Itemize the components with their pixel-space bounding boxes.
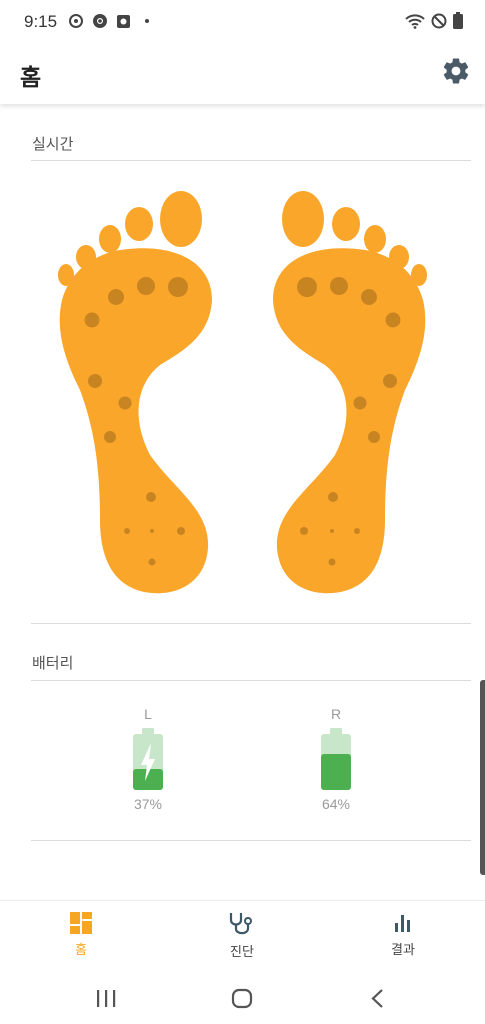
nav-tab-home[interactable]: 홈 bbox=[31, 901, 131, 973]
back-button[interactable] bbox=[358, 986, 398, 1012]
left-battery-percent: 37% bbox=[133, 796, 163, 812]
sensor-point bbox=[137, 277, 155, 295]
sensor-point bbox=[148, 558, 156, 566]
sensor-point bbox=[297, 277, 317, 297]
sensor-point bbox=[104, 431, 116, 443]
sensor-point bbox=[385, 312, 401, 328]
bottom-navigation: 홈 진단 결과 bbox=[0, 900, 485, 973]
right-battery-percent: 64% bbox=[321, 796, 351, 812]
sensor-point bbox=[146, 492, 156, 502]
realtime-title-divider bbox=[31, 160, 471, 161]
left-toe-5 bbox=[58, 264, 74, 286]
right-insole-battery: R 64% bbox=[276, 706, 396, 812]
notification-icons bbox=[68, 13, 149, 29]
left-foot-sole bbox=[59, 248, 212, 594]
battery-title-divider bbox=[31, 680, 471, 681]
sensor-point bbox=[361, 289, 377, 305]
battery-level-fill bbox=[321, 754, 351, 790]
do-not-disturb-icon bbox=[431, 13, 447, 28]
left-insole-battery: L 37% bbox=[88, 706, 208, 812]
left-toe-4 bbox=[76, 245, 96, 269]
battery-status-icon bbox=[453, 12, 463, 29]
sensor-point bbox=[150, 529, 154, 533]
realtime-section-title: 실시간 bbox=[32, 135, 74, 153]
bar-chart-icon bbox=[395, 915, 410, 932]
nav-tab-results-label: 결과 bbox=[391, 943, 415, 958]
back-icon bbox=[371, 989, 383, 1008]
sensor-point bbox=[177, 527, 185, 535]
sensor-point bbox=[108, 289, 124, 305]
sensor-point bbox=[124, 528, 130, 534]
right-big-toe bbox=[282, 191, 324, 247]
scrollbar[interactable] bbox=[480, 680, 485, 875]
nav-tab-diagnosis-label: 진단 bbox=[230, 945, 254, 960]
wifi-icon bbox=[405, 13, 425, 29]
dashboard-icon bbox=[70, 912, 92, 934]
left-big-toe bbox=[160, 191, 202, 247]
sensor-point bbox=[354, 528, 360, 534]
sensor-point bbox=[330, 277, 348, 295]
app-notification-icon bbox=[117, 14, 130, 28]
nav-tab-home-label: 홈 bbox=[75, 943, 87, 958]
right-toe-2 bbox=[332, 207, 360, 241]
sensor-point bbox=[383, 374, 397, 388]
sensor-point bbox=[328, 492, 338, 502]
right-toe-4 bbox=[389, 245, 409, 269]
foot-pressure-map bbox=[58, 191, 427, 594]
right-toe-3 bbox=[364, 225, 386, 253]
left-battery-label: L bbox=[144, 706, 152, 722]
sensor-point bbox=[300, 527, 308, 535]
sensor-point bbox=[88, 374, 102, 388]
status-time: 9:15 bbox=[24, 12, 58, 31]
gear-icon bbox=[443, 58, 469, 84]
status-bar: 9:15 bbox=[0, 0, 485, 44]
home-button[interactable] bbox=[222, 986, 262, 1012]
left-foot bbox=[58, 191, 212, 594]
system-navigation-bar bbox=[0, 972, 485, 1024]
sync-notification-icon bbox=[69, 14, 83, 28]
sensor-point bbox=[118, 396, 132, 410]
nav-tab-diagnosis[interactable]: 진단 bbox=[192, 901, 292, 973]
nav-tab-results[interactable]: 결과 bbox=[353, 901, 453, 973]
recents-button[interactable] bbox=[86, 986, 126, 1012]
right-battery-icon bbox=[321, 728, 351, 790]
home-icon bbox=[231, 988, 253, 1009]
right-foot bbox=[273, 191, 427, 594]
sensor-point bbox=[328, 558, 336, 566]
more-notifications-dot bbox=[145, 19, 149, 23]
stethoscope-icon bbox=[229, 913, 252, 935]
realtime-section-divider bbox=[31, 623, 471, 624]
right-foot-sole bbox=[273, 248, 426, 594]
left-toe-2 bbox=[125, 207, 153, 241]
battery-section-divider bbox=[31, 840, 471, 841]
right-battery-label: R bbox=[330, 706, 342, 722]
sensor-point bbox=[353, 396, 367, 410]
app-bar: 홈 bbox=[0, 44, 485, 104]
battery-terminal bbox=[142, 728, 154, 734]
system-status-icons bbox=[405, 12, 463, 29]
battery-terminal bbox=[330, 728, 342, 734]
sensor-point bbox=[168, 277, 188, 297]
left-battery-icon bbox=[133, 728, 163, 790]
chrome-notification-icon bbox=[93, 14, 107, 28]
recents-icon bbox=[97, 990, 116, 1007]
page-title: 홈 bbox=[20, 65, 42, 91]
right-toe-5 bbox=[411, 264, 427, 286]
sensor-point bbox=[84, 312, 100, 328]
left-toe-3 bbox=[99, 225, 121, 253]
sensor-point bbox=[368, 431, 380, 443]
sensor-point bbox=[330, 529, 334, 533]
battery-section-title: 배터리 bbox=[32, 654, 74, 672]
settings-button[interactable] bbox=[441, 56, 471, 86]
